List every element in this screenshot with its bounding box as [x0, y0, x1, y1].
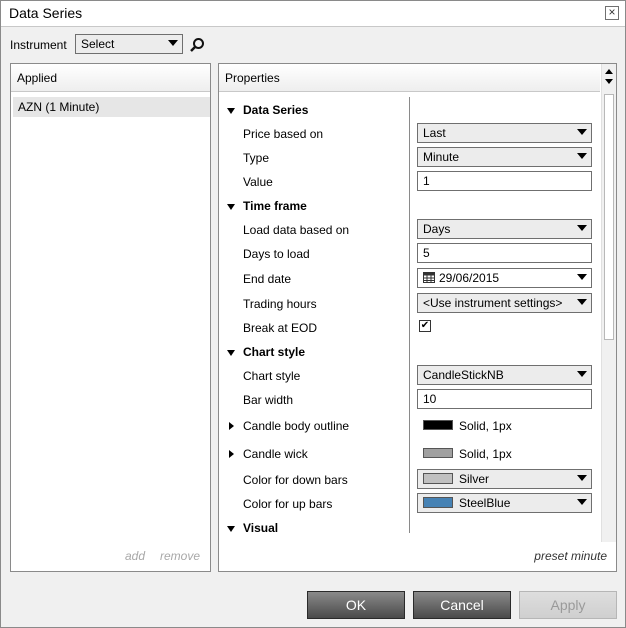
chevron-down-icon: [577, 274, 587, 280]
chevron-down-icon: [577, 299, 587, 305]
row-label: Price based on: [243, 127, 324, 141]
stroke-color-swatch: [423, 420, 453, 430]
category-label: Data Series: [243, 103, 309, 117]
properties-header-label: Properties: [225, 71, 280, 85]
data-series-window: Data Series × Instrument Select Applied …: [0, 0, 626, 628]
applied-item-azn[interactable]: AZN (1 Minute): [13, 97, 210, 117]
chevron-down-icon: [577, 129, 587, 135]
date-value: 29/06/2015: [439, 271, 500, 285]
add-link[interactable]: add: [125, 549, 145, 563]
window-title: Data Series: [9, 5, 83, 21]
chevron-down-icon: [577, 499, 587, 505]
scroll-down-icon[interactable]: [605, 79, 613, 84]
instrument-select-value: Select: [81, 37, 115, 51]
search-icon[interactable]: [189, 37, 205, 53]
preset-label[interactable]: preset minute: [534, 549, 607, 563]
chevron-down-icon: [577, 153, 587, 159]
select-value: Silver: [459, 472, 490, 486]
scroll-up-icon[interactable]: [605, 69, 613, 74]
chevron-down-icon: [577, 371, 587, 377]
row-label: Color for down bars: [243, 473, 348, 487]
applied-item-label: AZN (1 Minute): [18, 100, 100, 114]
break-at-eod-checkbox[interactable]: ✔: [419, 320, 431, 332]
chevron-down-icon: [577, 475, 587, 481]
expand-icon: [227, 108, 235, 114]
chart-style-select[interactable]: CandleStickNB: [417, 365, 592, 385]
properties-header: Properties: [219, 64, 600, 92]
close-icon[interactable]: ×: [605, 6, 619, 20]
cancel-button[interactable]: Cancel: [413, 591, 511, 619]
stroke-color-swatch: [423, 448, 453, 458]
applied-header: Applied: [11, 64, 210, 92]
row-label: Candle wick: [243, 447, 308, 461]
select-value: Last: [423, 126, 446, 140]
instrument-label: Instrument: [10, 38, 67, 52]
row-candle-body-outline[interactable]: Candle body outline Solid, 1px: [219, 418, 599, 442]
row-label: End date: [243, 272, 292, 286]
chevron-down-icon: [577, 225, 587, 231]
category-label: Visual: [243, 521, 279, 535]
category-label: Time frame: [243, 199, 307, 213]
load-data-based-on-select[interactable]: Days: [417, 219, 592, 239]
instrument-select[interactable]: Select: [75, 34, 183, 54]
type-select[interactable]: Minute: [417, 147, 592, 167]
value-input[interactable]: 1: [417, 171, 592, 191]
row-label: Value: [243, 175, 273, 189]
row-label: Candle body outline: [243, 419, 350, 433]
price-based-on-select[interactable]: Last: [417, 123, 592, 143]
select-value: Minute: [423, 150, 460, 164]
applied-panel: Applied AZN (1 Minute) add remove: [10, 63, 211, 572]
select-value: Days: [423, 222, 451, 236]
applied-header-label: Applied: [17, 71, 58, 85]
select-value: SteelBlue: [459, 496, 511, 510]
row-label: Trading hours: [243, 297, 317, 311]
category-label: Chart style: [243, 345, 306, 359]
color-swatch: [423, 473, 453, 485]
title-bar: Data Series ×: [1, 1, 625, 27]
input-value: 1: [423, 174, 430, 188]
end-date-picker[interactable]: 29/06/2015: [417, 268, 592, 288]
stroke-value: Solid, 1px: [459, 447, 512, 461]
chevron-down-icon: [168, 40, 178, 46]
row-label: Days to load: [243, 247, 310, 261]
properties-scrollbar[interactable]: [601, 64, 616, 542]
select-value: CandleStickNB: [423, 368, 504, 382]
stroke-value: Solid, 1px: [459, 419, 512, 433]
properties-panel: Properties Data Series Price based on La…: [218, 63, 617, 572]
days-to-load-input[interactable]: 5: [417, 243, 592, 263]
select-value: <Use instrument settings>: [423, 296, 563, 310]
row-label: Type: [243, 151, 270, 165]
color-up-select[interactable]: SteelBlue: [417, 493, 592, 513]
expand-right-icon: [229, 450, 234, 458]
row-label: Color for up bars: [243, 497, 333, 511]
row-label: Bar width: [243, 393, 294, 407]
scroll-thumb[interactable]: [604, 94, 614, 340]
expand-icon: [227, 204, 235, 210]
row-label: Chart style: [243, 369, 301, 383]
row-label: Load data based on: [243, 223, 350, 237]
bar-width-input[interactable]: 10: [417, 389, 592, 409]
calendar-icon: [423, 272, 435, 283]
color-swatch: [423, 497, 453, 509]
row-label: Break at EOD: [243, 321, 318, 335]
ok-button[interactable]: OK: [307, 591, 405, 619]
input-value: 10: [423, 392, 437, 406]
trading-hours-select[interactable]: <Use instrument settings>: [417, 293, 592, 313]
input-value: 5: [423, 246, 430, 260]
row-candle-wick[interactable]: Candle wick Solid, 1px: [219, 446, 599, 470]
expand-right-icon: [229, 422, 234, 430]
apply-button[interactable]: Apply: [519, 591, 617, 619]
expand-icon: [227, 350, 235, 356]
color-down-select[interactable]: Silver: [417, 469, 592, 489]
expand-icon: [227, 526, 235, 532]
remove-link[interactable]: remove: [160, 549, 200, 563]
